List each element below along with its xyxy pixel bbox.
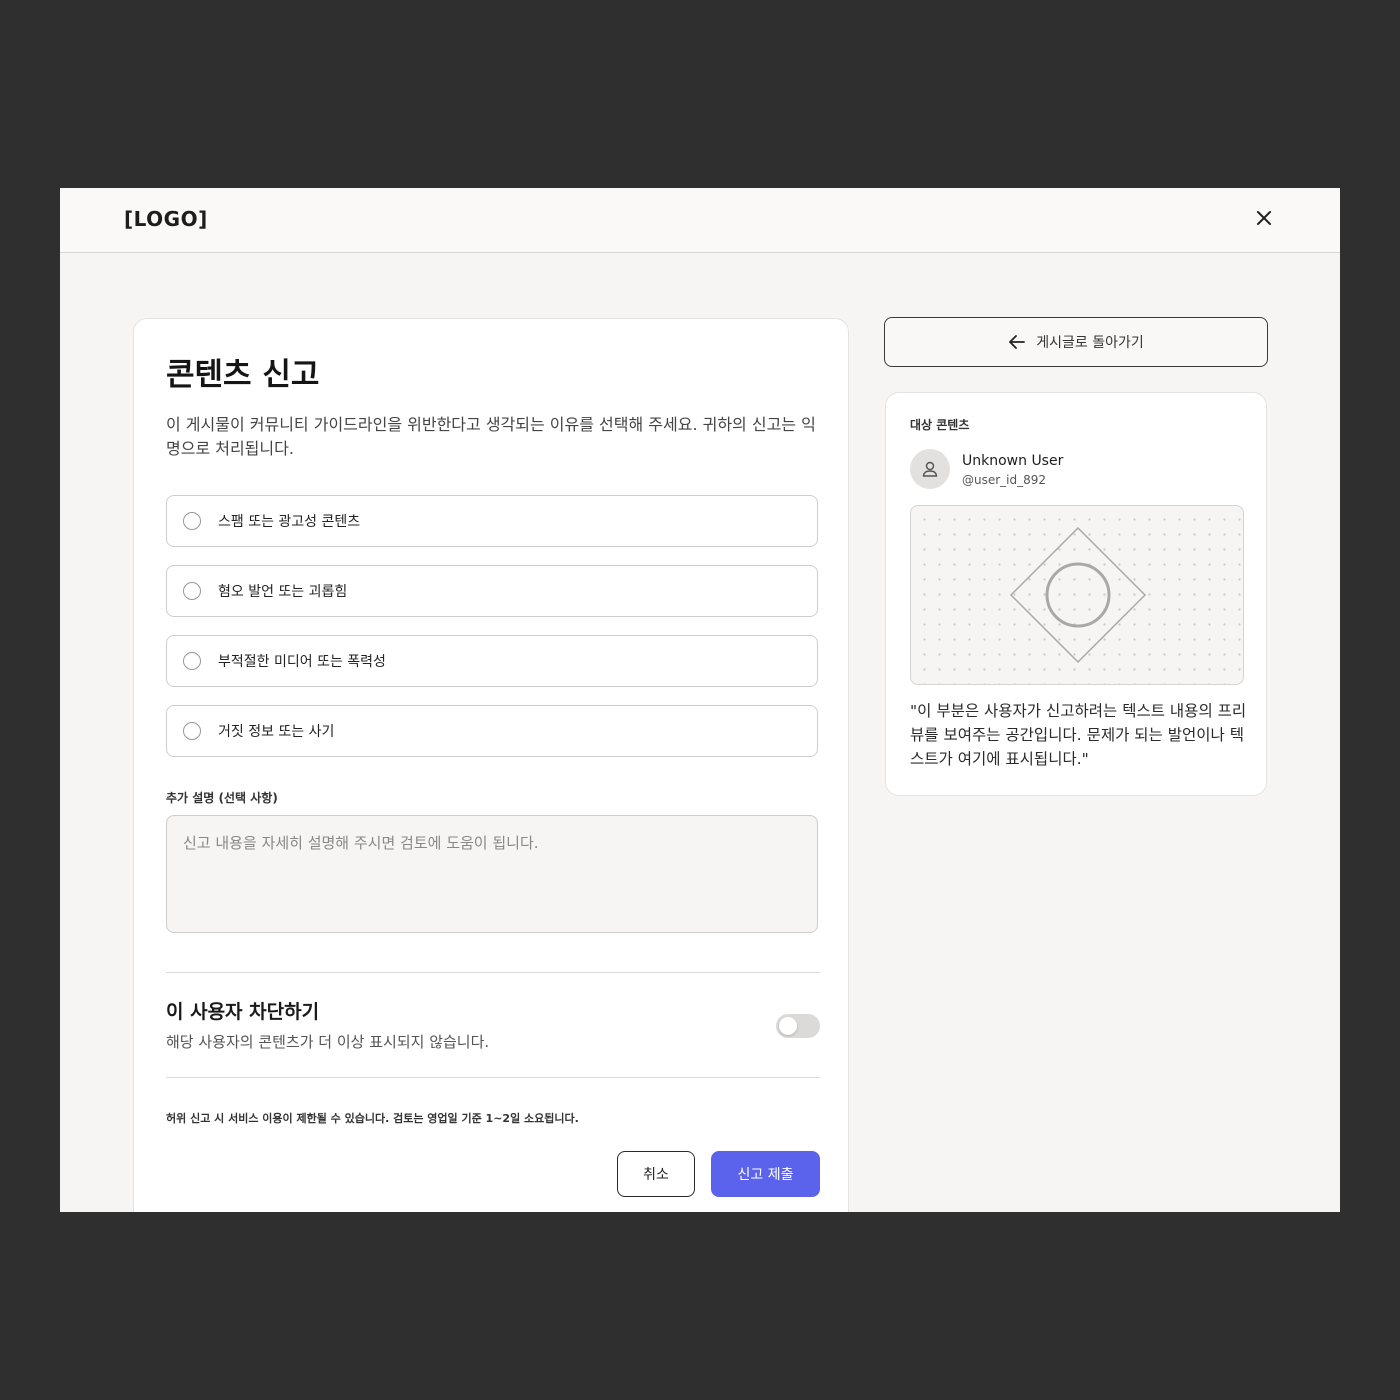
radio-button[interactable]	[183, 722, 201, 740]
radio-button[interactable]	[183, 512, 201, 530]
back-to-post-button[interactable]: 게시글로 돌아가기	[884, 317, 1268, 367]
user-icon	[922, 461, 938, 477]
cancel-button[interactable]: 취소	[617, 1151, 695, 1197]
extra-description-label: 추가 설명 (선택 사항)	[166, 791, 278, 805]
reason-option-label: 거짓 정보 또는 사기	[218, 724, 335, 740]
report-description: 이 게시물이 커뮤니티 가이드라인을 위반한다고 생각되는 이유를 선택해 주세…	[166, 415, 816, 458]
divider	[166, 1077, 820, 1078]
close-icon	[1257, 211, 1271, 225]
arrow-left-icon	[1009, 335, 1026, 349]
radio-button[interactable]	[183, 582, 201, 600]
avatar	[910, 449, 950, 489]
user-name: Unknown User	[962, 453, 1064, 469]
report-form-card: 콘텐츠 신고 이 게시물이 커뮤니티 가이드라인을 위반한다고 생각되는 이유를…	[133, 318, 849, 1212]
extra-description-input[interactable]	[166, 815, 818, 933]
page-title: 콘텐츠 신고	[166, 357, 320, 393]
target-content-label: 대상 콘텐츠	[910, 418, 970, 432]
media-preview	[910, 505, 1244, 685]
report-window: [LOGO] 콘텐츠 신고 이 게시물이 커뮤니티 가이드라인을 위반한다고 생…	[60, 188, 1340, 1212]
divider	[166, 972, 820, 973]
close-button[interactable]	[1250, 204, 1278, 232]
radio-button[interactable]	[183, 652, 201, 670]
logo: [LOGO]	[124, 207, 208, 231]
reason-option-media[interactable]: 부적절한 미디어 또는 폭력성	[166, 635, 818, 687]
top-bar: [LOGO]	[60, 188, 1340, 253]
block-user-description: 해당 사용자의 콘텐츠가 더 이상 표시되지 않습니다.	[166, 1033, 490, 1051]
reason-option-label: 혐오 발언 또는 괴롭힘	[218, 584, 348, 600]
warning-notice: 허위 신고 시 서비스 이용이 제한될 수 있습니다. 검토는 영업일 기준 1…	[166, 1112, 579, 1125]
toggle-knob	[779, 1017, 797, 1035]
reason-option-fraud[interactable]: 거짓 정보 또는 사기	[166, 705, 818, 757]
submit-report-button[interactable]: 신고 제출	[711, 1151, 820, 1197]
user-handle: @user_id_892	[962, 473, 1047, 487]
reason-option-spam[interactable]: 스팸 또는 광고성 콘텐츠	[166, 495, 818, 547]
reason-option-label: 부적절한 미디어 또는 폭력성	[218, 654, 386, 670]
target-content-card: 대상 콘텐츠 Unknown User @user_id_892 "이 부분은 …	[885, 392, 1267, 796]
reported-text-preview: "이 부분은 사용자가 신고하려는 텍스트 내용의 프리뷰를 보여주는 공간입니…	[910, 702, 1247, 768]
block-user-toggle[interactable]	[776, 1014, 820, 1038]
image-placeholder-icon	[1009, 526, 1147, 664]
reason-option-label: 스팸 또는 광고성 콘텐츠	[218, 514, 361, 530]
reason-option-hate[interactable]: 혐오 발언 또는 괴롭힘	[166, 565, 818, 617]
block-user-title: 이 사용자 차단하기	[166, 1001, 320, 1023]
back-to-post-label: 게시글로 돌아가기	[1036, 335, 1144, 351]
